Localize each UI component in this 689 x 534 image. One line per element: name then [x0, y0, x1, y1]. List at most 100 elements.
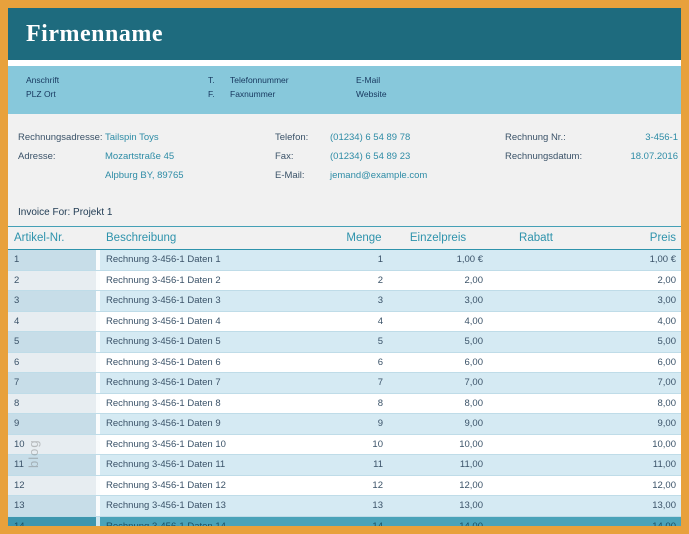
cell-beschreibung[interactable]: Rechnung 3-456-1 Daten 8: [100, 394, 340, 414]
cell-preis[interactable]: 11,00: [584, 455, 681, 475]
cell-beschreibung[interactable]: Rechnung 3-456-1 Daten 5: [100, 332, 340, 352]
cell-artikel-nr[interactable]: 12: [8, 476, 96, 496]
cell-preis[interactable]: 8,00: [584, 394, 681, 414]
cell-menge[interactable]: 5: [340, 332, 388, 352]
cell-einzelpreis[interactable]: 2,00: [388, 271, 488, 291]
table-row[interactable]: 4Rechnung 3-456-1 Daten 444,004,00: [8, 312, 681, 333]
cell-menge[interactable]: 11: [340, 455, 388, 475]
cell-artikel-nr[interactable]: 6: [8, 353, 96, 373]
cell-preis[interactable]: 7,00: [584, 373, 681, 393]
table-row[interactable]: 8Rechnung 3-456-1 Daten 888,008,00: [8, 394, 681, 415]
cell-preis[interactable]: 3,00: [584, 291, 681, 311]
cell-beschreibung[interactable]: Rechnung 3-456-1 Daten 4: [100, 312, 340, 332]
cell-preis[interactable]: 10,00: [584, 435, 681, 455]
cell-artikel-nr[interactable]: 9: [8, 414, 96, 434]
cell-rabatt[interactable]: [488, 373, 584, 393]
cell-beschreibung[interactable]: Rechnung 3-456-1 Daten 7: [100, 373, 340, 393]
cell-menge[interactable]: 7: [340, 373, 388, 393]
cell-artikel-nr[interactable]: 10: [8, 435, 96, 455]
cell-menge[interactable]: 6: [340, 353, 388, 373]
cell-artikel-nr[interactable]: 13: [8, 496, 96, 516]
cell-artikel-nr[interactable]: 1: [8, 250, 96, 270]
table-row[interactable]: 9Rechnung 3-456-1 Daten 999,009,00: [8, 414, 681, 435]
cell-menge[interactable]: 12: [340, 476, 388, 496]
cell-rabatt[interactable]: [488, 517, 584, 527]
cell-beschreibung[interactable]: Rechnung 3-456-1 Daten 12: [100, 476, 340, 496]
cell-preis[interactable]: 2,00: [584, 271, 681, 291]
cell-preis[interactable]: 5,00: [584, 332, 681, 352]
cell-menge[interactable]: 9: [340, 414, 388, 434]
cell-beschreibung[interactable]: Rechnung 3-456-1 Daten 14: [100, 517, 340, 527]
table-row[interactable]: 2Rechnung 3-456-1 Daten 222,002,00: [8, 271, 681, 292]
cell-artikel-nr[interactable]: 14: [8, 517, 96, 527]
cell-artikel-nr[interactable]: 4: [8, 312, 96, 332]
cell-rabatt[interactable]: [488, 353, 584, 373]
cell-beschreibung[interactable]: Rechnung 3-456-1 Daten 11: [100, 455, 340, 475]
table-row[interactable]: 12Rechnung 3-456-1 Daten 121212,0012,00: [8, 476, 681, 497]
cell-artikel-nr[interactable]: 3: [8, 291, 96, 311]
cell-artikel-nr[interactable]: 5: [8, 332, 96, 352]
cell-rabatt[interactable]: [488, 271, 584, 291]
cell-preis[interactable]: 4,00: [584, 312, 681, 332]
cell-rabatt[interactable]: [488, 414, 584, 434]
cell-einzelpreis[interactable]: 12,00: [388, 476, 488, 496]
table-row[interactable]: 7Rechnung 3-456-1 Daten 777,007,00: [8, 373, 681, 394]
cell-einzelpreis[interactable]: 4,00: [388, 312, 488, 332]
cell-preis[interactable]: 12,00: [584, 476, 681, 496]
cell-beschreibung[interactable]: Rechnung 3-456-1 Daten 9: [100, 414, 340, 434]
cell-beschreibung[interactable]: Rechnung 3-456-1 Daten 1: [100, 250, 340, 270]
cell-preis[interactable]: 13,00: [584, 496, 681, 516]
cell-beschreibung[interactable]: Rechnung 3-456-1 Daten 2: [100, 271, 340, 291]
cell-menge[interactable]: 3: [340, 291, 388, 311]
cell-menge[interactable]: 2: [340, 271, 388, 291]
cell-einzelpreis[interactable]: 11,00: [388, 455, 488, 475]
cell-rabatt[interactable]: [488, 250, 584, 270]
cell-rabatt[interactable]: [488, 312, 584, 332]
cell-menge[interactable]: 8: [340, 394, 388, 414]
cell-artikel-nr[interactable]: 7: [8, 373, 96, 393]
table-row[interactable]: 10Rechnung 3-456-1 Daten 101010,0010,00: [8, 435, 681, 456]
cell-rabatt[interactable]: [488, 496, 584, 516]
cell-rabatt[interactable]: [488, 291, 584, 311]
cell-menge[interactable]: 10: [340, 435, 388, 455]
cell-beschreibung[interactable]: Rechnung 3-456-1 Daten 13: [100, 496, 340, 516]
table-row[interactable]: 13Rechnung 3-456-1 Daten 131313,0013,00: [8, 496, 681, 517]
cell-einzelpreis[interactable]: 7,00: [388, 373, 488, 393]
cell-rabatt[interactable]: [488, 476, 584, 496]
cell-rabatt[interactable]: [488, 455, 584, 475]
cell-einzelpreis[interactable]: 6,00: [388, 353, 488, 373]
cell-menge[interactable]: 4: [340, 312, 388, 332]
cell-rabatt[interactable]: [488, 435, 584, 455]
table-row[interactable]: 14Rechnung 3-456-1 Daten 141414,0014,00: [8, 517, 681, 527]
cell-rabatt[interactable]: [488, 394, 584, 414]
table-row[interactable]: 11Rechnung 3-456-1 Daten 111111,0011,00: [8, 455, 681, 476]
cell-rabatt[interactable]: [488, 332, 584, 352]
table-row[interactable]: 5Rechnung 3-456-1 Daten 555,005,00: [8, 332, 681, 353]
cell-beschreibung[interactable]: Rechnung 3-456-1 Daten 6: [100, 353, 340, 373]
cell-preis[interactable]: 9,00: [584, 414, 681, 434]
table-row[interactable]: 3Rechnung 3-456-1 Daten 333,003,00: [8, 291, 681, 312]
cell-einzelpreis[interactable]: 10,00: [388, 435, 488, 455]
cell-artikel-nr[interactable]: 2: [8, 271, 96, 291]
cell-einzelpreis[interactable]: 3,00: [388, 291, 488, 311]
table-row[interactable]: 1Rechnung 3-456-1 Daten 111,00 €1,00 €: [8, 250, 681, 271]
address-value: Mozartstraße 45: [105, 151, 174, 162]
table-row[interactable]: 6Rechnung 3-456-1 Daten 666,006,00: [8, 353, 681, 374]
cell-menge[interactable]: 1: [340, 250, 388, 270]
cell-preis[interactable]: 14,00: [584, 517, 681, 527]
cell-preis[interactable]: 1,00 €: [584, 250, 681, 270]
cell-einzelpreis[interactable]: 9,00: [388, 414, 488, 434]
cell-einzelpreis[interactable]: 13,00: [388, 496, 488, 516]
cell-menge[interactable]: 14: [340, 517, 388, 527]
cell-einzelpreis[interactable]: 8,00: [388, 394, 488, 414]
cell-beschreibung[interactable]: Rechnung 3-456-1 Daten 3: [100, 291, 340, 311]
cell-artikel-nr[interactable]: 8: [8, 394, 96, 414]
cell-einzelpreis[interactable]: 5,00: [388, 332, 488, 352]
cell-menge[interactable]: 13: [340, 496, 388, 516]
email-link[interactable]: jemand@example.com: [330, 170, 427, 181]
cell-preis[interactable]: 6,00: [584, 353, 681, 373]
cell-artikel-nr[interactable]: 11: [8, 455, 96, 475]
cell-beschreibung[interactable]: Rechnung 3-456-1 Daten 10: [100, 435, 340, 455]
cell-einzelpreis[interactable]: 14,00: [388, 517, 488, 527]
cell-einzelpreis[interactable]: 1,00 €: [388, 250, 488, 270]
